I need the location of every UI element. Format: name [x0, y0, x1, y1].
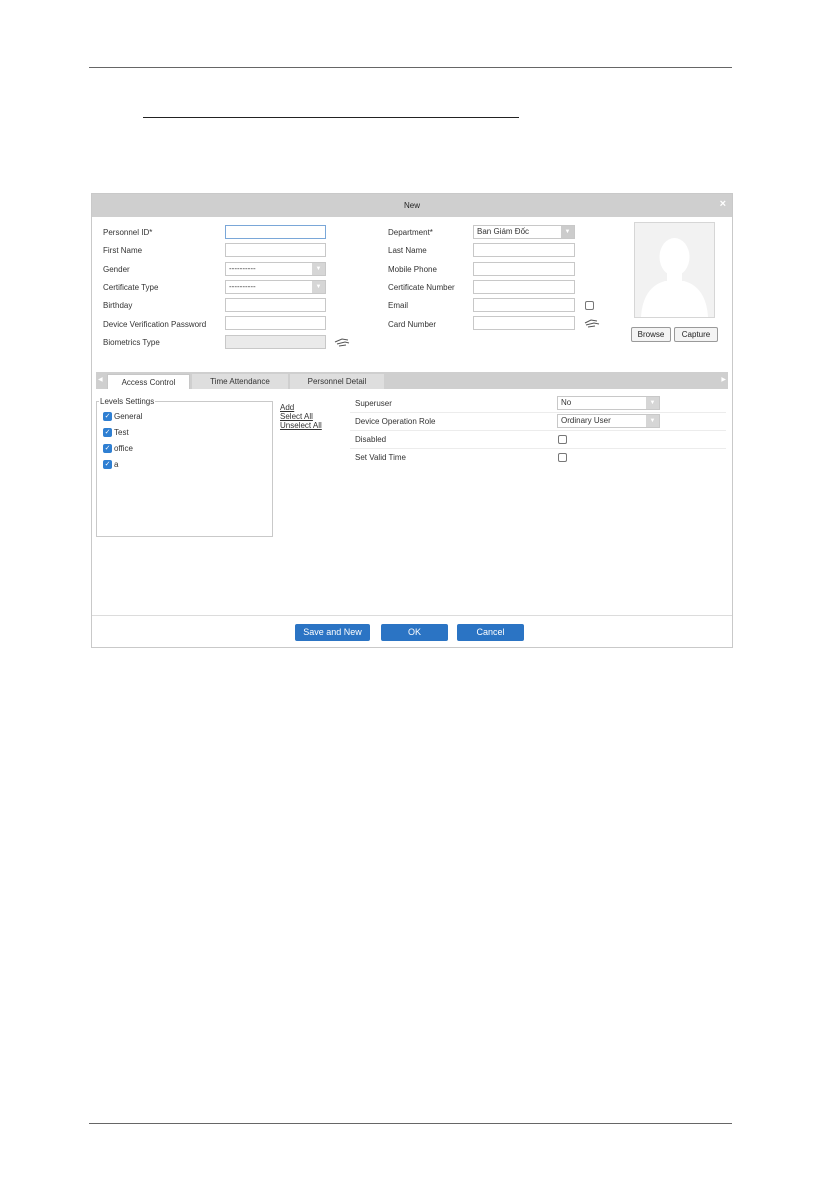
row-divider	[350, 412, 726, 413]
gender-select-value: ----------	[229, 264, 256, 273]
device-password-label: Device Verification Password	[103, 320, 207, 329]
birthday-input[interactable]	[225, 298, 326, 312]
level-general-checkbox[interactable]: ✓	[103, 412, 112, 421]
email-checkbox[interactable]	[585, 301, 594, 310]
chevron-down-icon: ▼	[646, 397, 659, 409]
department-value: Ban Giám Đốc	[477, 227, 530, 236]
dialog-titlebar: New ×	[92, 194, 732, 217]
superuser-value: No	[561, 398, 572, 407]
biometrics-type-input	[225, 335, 326, 349]
device-operation-role-value: Ordinary User	[561, 416, 611, 425]
tab-scroll-left-icon[interactable]: ◀	[98, 376, 103, 383]
superuser-label: Superuser	[355, 399, 392, 408]
superuser-select[interactable]: No ▼	[557, 396, 660, 410]
biometrics-type-label: Biometrics Type	[103, 338, 160, 347]
page-bottom-rule	[89, 1123, 732, 1124]
chevron-down-icon: ▼	[312, 263, 325, 275]
levels-settings-legend: Levels Settings	[99, 397, 156, 406]
personnel-id-input[interactable]	[225, 225, 326, 239]
department-select[interactable]: Ban Giám Đốc ▼	[473, 225, 575, 239]
unselect-all-link[interactable]: Unselect All	[280, 421, 322, 430]
level-general-label: General	[114, 412, 143, 421]
personnel-id-label: Personnel ID*	[103, 228, 153, 237]
device-operation-role-select[interactable]: Ordinary User ▼	[557, 414, 660, 428]
chevron-down-icon: ▼	[646, 415, 659, 427]
certificate-number-input[interactable]	[473, 280, 575, 294]
row-divider	[350, 430, 726, 431]
card-number-input[interactable]	[473, 316, 575, 330]
tab-access-control[interactable]: Access Control	[107, 374, 190, 389]
certificate-type-label: Certificate Type	[103, 283, 159, 292]
tab-personnel-detail[interactable]: Personnel Detail	[290, 374, 384, 389]
personnel-photo	[634, 222, 715, 318]
card-number-label: Card Number	[388, 320, 437, 329]
gender-label: Gender	[103, 265, 130, 274]
last-name-input[interactable]	[473, 243, 575, 257]
email-label: Email	[388, 301, 409, 310]
browse-button[interactable]: Browse	[631, 327, 671, 342]
heading-underline	[143, 117, 519, 118]
first-name-input[interactable]	[225, 243, 326, 257]
level-test-label: Test	[114, 428, 129, 437]
device-operation-role-label: Device Operation Role	[355, 417, 436, 426]
card-reader-icon[interactable]	[584, 318, 600, 330]
mobile-phone-label: Mobile Phone	[388, 265, 437, 274]
save-and-new-button[interactable]: Save and New	[295, 624, 370, 641]
close-icon[interactable]: ×	[720, 198, 726, 210]
level-office-checkbox[interactable]: ✓	[103, 444, 112, 453]
levels-settings-group: Levels Settings ✓ General ✓ Test ✓ offic…	[96, 397, 273, 537]
cancel-button[interactable]: Cancel	[457, 624, 524, 641]
gender-select[interactable]: ---------- ▼	[225, 262, 326, 276]
department-label: Department*	[388, 228, 433, 237]
avatar-silhouette-icon	[641, 238, 708, 317]
level-a-checkbox[interactable]: ✓	[103, 460, 112, 469]
tab-time-attendance[interactable]: Time Attendance	[192, 374, 288, 389]
set-valid-time-label: Set Valid Time	[355, 453, 406, 462]
disabled-label: Disabled	[355, 435, 387, 444]
footer-divider	[92, 615, 732, 616]
page-top-rule	[89, 67, 732, 68]
last-name-label: Last Name	[388, 246, 427, 255]
row-divider	[350, 448, 726, 449]
level-office-label: office	[114, 444, 133, 453]
tab-scroll-right-icon[interactable]: ▶	[721, 376, 726, 383]
set-valid-time-checkbox[interactable]	[558, 453, 567, 462]
certificate-type-value: ----------	[229, 282, 256, 291]
chevron-down-icon: ▼	[561, 226, 574, 238]
tab-bar: ◀ Access Control Time Attendance Personn…	[96, 372, 728, 389]
disabled-checkbox[interactable]	[558, 435, 567, 444]
level-a-label: a	[114, 460, 119, 469]
certificate-number-label: Certificate Number	[388, 283, 455, 292]
add-level-link[interactable]: Add	[280, 403, 294, 412]
mobile-phone-input[interactable]	[473, 262, 575, 276]
ok-button[interactable]: OK	[381, 624, 448, 641]
fingerprint-hand-icon[interactable]	[334, 336, 350, 348]
chevron-down-icon: ▼	[312, 281, 325, 293]
first-name-label: First Name	[103, 246, 143, 255]
email-input[interactable]	[473, 298, 575, 312]
level-test-checkbox[interactable]: ✓	[103, 428, 112, 437]
device-password-input[interactable]	[225, 316, 326, 330]
select-all-link[interactable]: Select All	[280, 412, 313, 421]
dialog-title: New	[403, 201, 420, 210]
new-personnel-dialog: New × Personnel ID* First Name Gender --…	[91, 193, 733, 648]
certificate-type-select[interactable]: ---------- ▼	[225, 280, 326, 294]
capture-button[interactable]: Capture	[674, 327, 718, 342]
birthday-label: Birthday	[103, 301, 133, 310]
